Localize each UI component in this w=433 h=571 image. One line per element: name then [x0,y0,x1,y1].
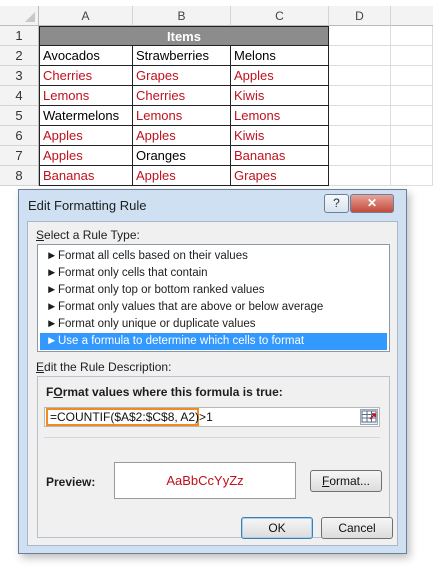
sheet-cell-empty[interactable] [329,26,391,46]
sheet-cell[interactable]: Apples [39,146,133,166]
sheet-cell[interactable]: Kiwis [231,126,329,146]
rule-type-item-selected[interactable]: ►Use a formula to determine which cells … [40,333,387,350]
row-header-6[interactable]: 6 [0,126,39,146]
sheet-cell-empty[interactable] [391,126,433,146]
description-divider [44,437,380,438]
rule-type-item[interactable]: ►Format all cells based on their values [40,248,387,265]
sheet-cell[interactable]: Apples [39,126,133,146]
dialog-body: Select a Rule Type: ►Format all cells ba… [27,221,398,546]
help-button[interactable]: ? [324,194,349,213]
arrow-icon: ► [46,318,58,330]
sheet-cell[interactable]: Cherries [39,66,133,86]
ok-button[interactable]: OK [241,517,313,539]
sheet-cell[interactable]: Bananas [231,146,329,166]
sheet-cell[interactable]: Apples [133,126,231,146]
sheet-cell[interactable]: Cherries [133,86,231,106]
sheet-cell-empty[interactable] [329,66,391,86]
arrow-icon: ► [46,267,58,279]
row-header-4[interactable]: 4 [0,86,39,106]
sheet-cell[interactable]: Oranges [133,146,231,166]
sheet-cell[interactable]: Strawberries [133,46,231,66]
preview-label: Preview: [46,475,96,489]
rule-type-item[interactable]: ►Format only values that are above or be… [40,299,387,316]
sheet-cell-empty[interactable] [329,146,391,166]
rule-description-box: FOrmat values where this formula is true… [37,376,390,538]
select-all-triangle-icon [25,12,35,22]
arrow-icon: ► [46,250,58,262]
sheet-cell[interactable]: Grapes [231,166,329,186]
dialog-title: Edit Formatting Rule [28,198,147,213]
sheet-cell[interactable]: Kiwis [231,86,329,106]
formula-input[interactable]: =COUNTIF($A$2:$C$8, A2)>1 [46,408,213,426]
format-button[interactable]: Format... [310,470,382,492]
close-button[interactable]: ✕ [350,194,394,213]
sheet-cell-empty[interactable] [329,86,391,106]
sheet-cell-empty[interactable] [329,126,391,146]
row-header-1[interactable]: 1 [0,26,39,46]
sheet-cell[interactable]: Lemons [133,106,231,126]
range-picker-icon [361,410,377,423]
sheet-cell-empty[interactable] [391,86,433,106]
sheet-cell[interactable]: Grapes [133,66,231,86]
items-header-cell[interactable]: Items [39,26,329,46]
column-header-b[interactable]: B [133,6,231,26]
sheet-cell[interactable]: Melons [231,46,329,66]
sheet-cell[interactable]: Avocados [39,46,133,66]
sheet-cell-empty[interactable] [391,166,433,186]
close-icon: ✕ [366,196,378,210]
rule-type-list[interactable]: ►Format all cells based on their values … [37,244,390,352]
column-header-e[interactable] [391,6,433,26]
rule-type-item[interactable]: ►Format only cells that contain [40,265,387,282]
rule-type-item[interactable]: ►Format only top or bottom ranked values [40,282,387,299]
sheet-cell-empty[interactable] [329,46,391,66]
formula-label: FOrmat values where this formula is true… [46,385,283,399]
column-header-d[interactable]: D [329,6,391,26]
row-header-5[interactable]: 5 [0,106,39,126]
row-header-2[interactable]: 2 [0,46,39,66]
row-header-7[interactable]: 7 [0,146,39,166]
cancel-button[interactable]: Cancel [321,517,393,539]
sheet-cell-empty[interactable] [391,106,433,126]
sheet-cell[interactable]: Bananas [39,166,133,186]
row-header-8[interactable]: 8 [0,166,39,186]
rule-description-section-label: Edit the Rule Description: [36,360,172,374]
sheet-cell[interactable]: Apples [133,166,231,186]
arrow-icon: ► [46,335,58,347]
column-header-c[interactable]: C [231,6,329,26]
sheet-cell[interactable]: Watermelons [39,106,133,126]
formula-field[interactable]: =COUNTIF($A$2:$C$8, A2)>1 [44,407,380,427]
row-header-3[interactable]: 3 [0,66,39,86]
sheet-cell[interactable]: Lemons [231,106,329,126]
sheet-cell[interactable]: Lemons [39,86,133,106]
sheet-cell-empty[interactable] [329,106,391,126]
spreadsheet: A B C D 1 2 3 4 5 6 7 8 Items Avocados St… [0,0,433,195]
sheet-cell-empty[interactable] [329,166,391,186]
sheet-cell-empty[interactable] [391,26,433,46]
sheet-cell-empty[interactable] [391,146,433,166]
arrow-icon: ► [46,301,58,313]
sheet-cell-empty[interactable] [391,66,433,86]
dialog-titlebar[interactable]: Edit Formatting Rule ? ✕ [19,190,406,220]
preview-box: AaBbCcYyZz [114,462,296,499]
arrow-icon: ► [46,284,58,296]
rule-type-section-label: Select a Rule Type: [36,228,140,242]
sheet-cell-empty[interactable] [391,46,433,66]
rule-type-item[interactable]: ►Format only unique or duplicate values [40,316,387,333]
sheet-cell[interactable]: Apples [231,66,329,86]
select-all-corner[interactable] [0,6,39,26]
collapse-dialog-button[interactable] [360,409,378,425]
edit-formatting-rule-dialog: Edit Formatting Rule ? ✕ Select a Rule T… [18,189,407,554]
column-header-a[interactable]: A [39,6,133,26]
